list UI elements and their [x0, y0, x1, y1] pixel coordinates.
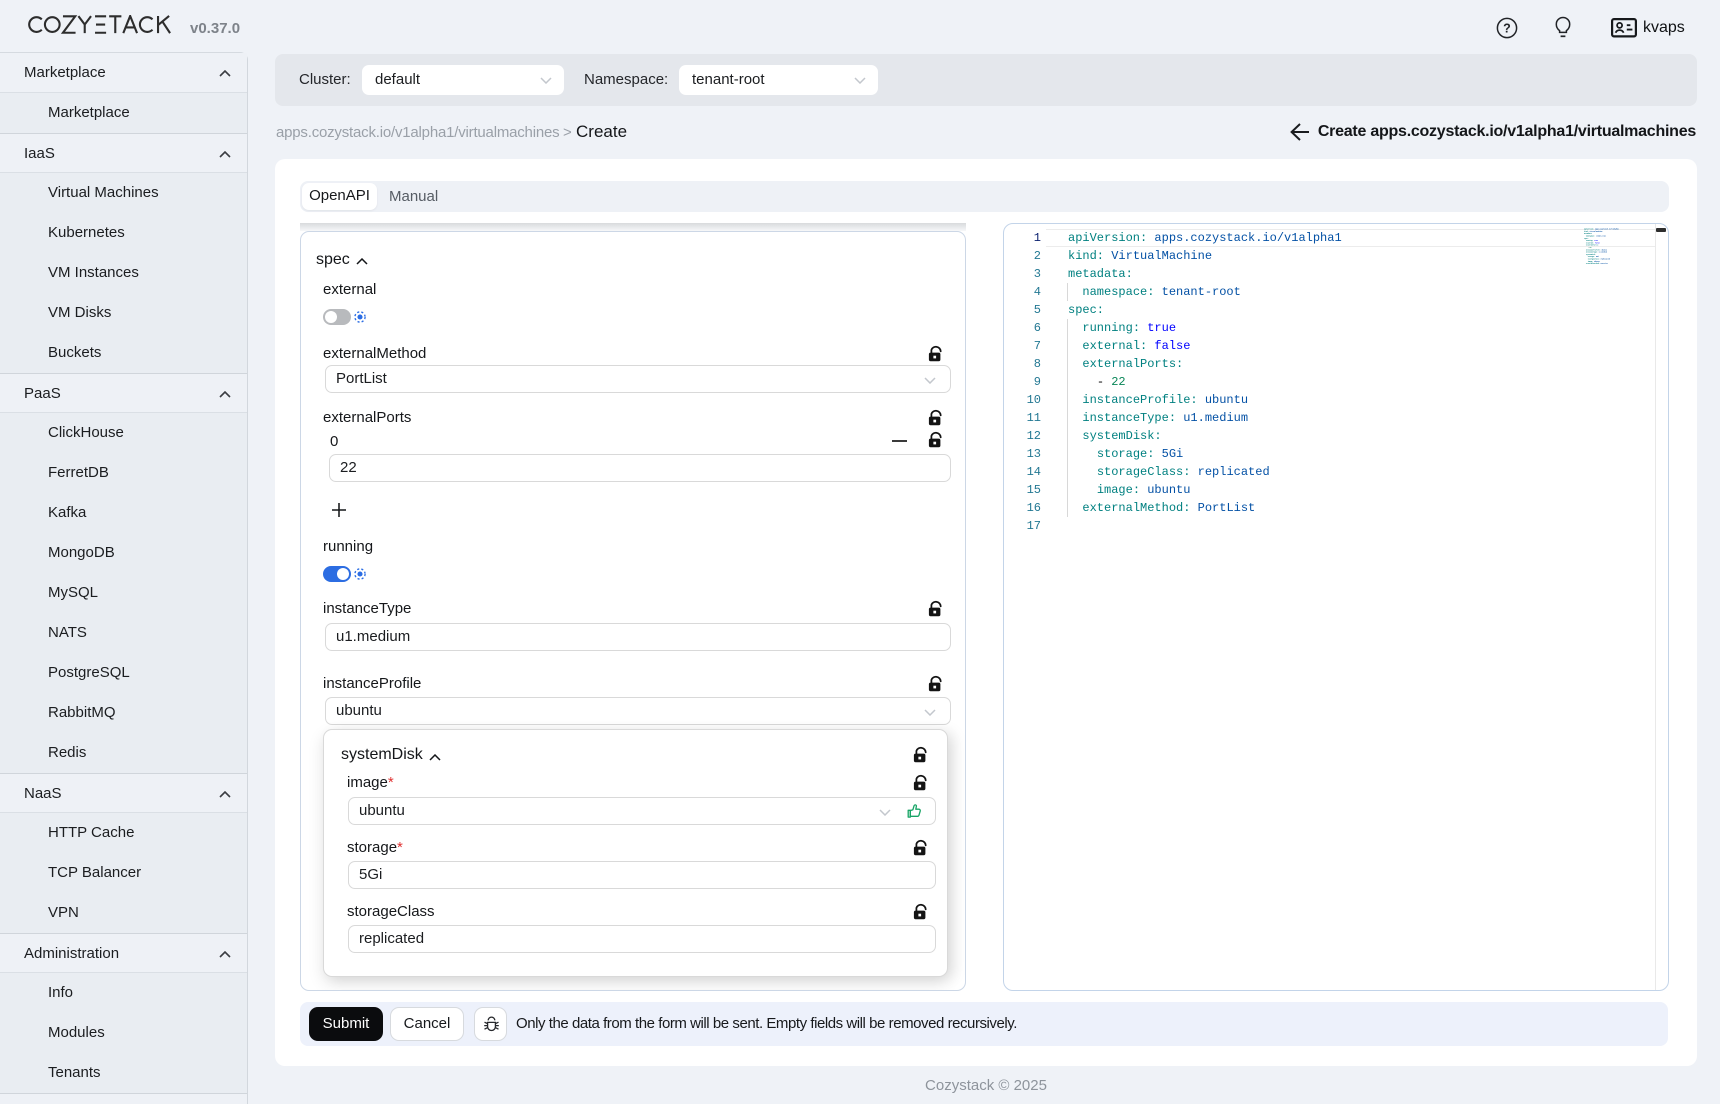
- svg-text:?: ?: [1503, 21, 1511, 35]
